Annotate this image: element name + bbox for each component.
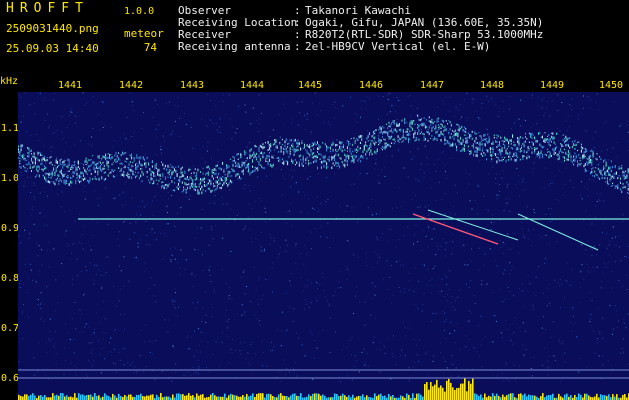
y-tick-label: 1.0 (1, 173, 20, 184)
x-tick-label: 1446 (359, 80, 384, 91)
x-tick-label: 1447 (420, 80, 445, 91)
x-tick-label: 1442 (119, 80, 144, 91)
antenna-value: 2el-HB9CV Vertical (el. E-W) (305, 40, 491, 53)
x-tick-label: 1441 (58, 80, 83, 91)
spectrogram-display (18, 92, 629, 400)
antenna-colon: : (294, 40, 301, 53)
spectrogram-background (18, 92, 629, 400)
detection-label: meteor (124, 27, 164, 40)
file-name: 2509031440.png (6, 22, 99, 35)
capture-timestamp: 25.09.03 14:40 (6, 42, 99, 55)
y-tick-label: 0.8 (1, 273, 20, 284)
x-tick-label: 1443 (180, 80, 205, 91)
y-tick-label: 0.7 (1, 323, 20, 334)
y-tick-label: 1.1 (1, 123, 20, 134)
frequency-unit-label: kHz (0, 76, 19, 87)
x-tick-label: 1448 (480, 80, 505, 91)
app-version: 1.0.0 (124, 6, 155, 17)
y-tick-label: 0.6 (1, 373, 20, 384)
detection-count: 74 (143, 41, 157, 54)
x-tick-label: 1449 (540, 80, 565, 91)
x-tick-label: 1445 (298, 80, 323, 91)
x-tick-label: 1444 (240, 80, 265, 91)
x-tick-label: 1450 (599, 80, 624, 91)
antenna-key: Receiving antenna (178, 40, 291, 53)
app-title: HROFFT (6, 1, 89, 16)
y-tick-label: 0.9 (1, 223, 20, 234)
hrofft-window: HROFFT 1.0.0 2509031440.png 25.09.03 14:… (0, 0, 629, 400)
